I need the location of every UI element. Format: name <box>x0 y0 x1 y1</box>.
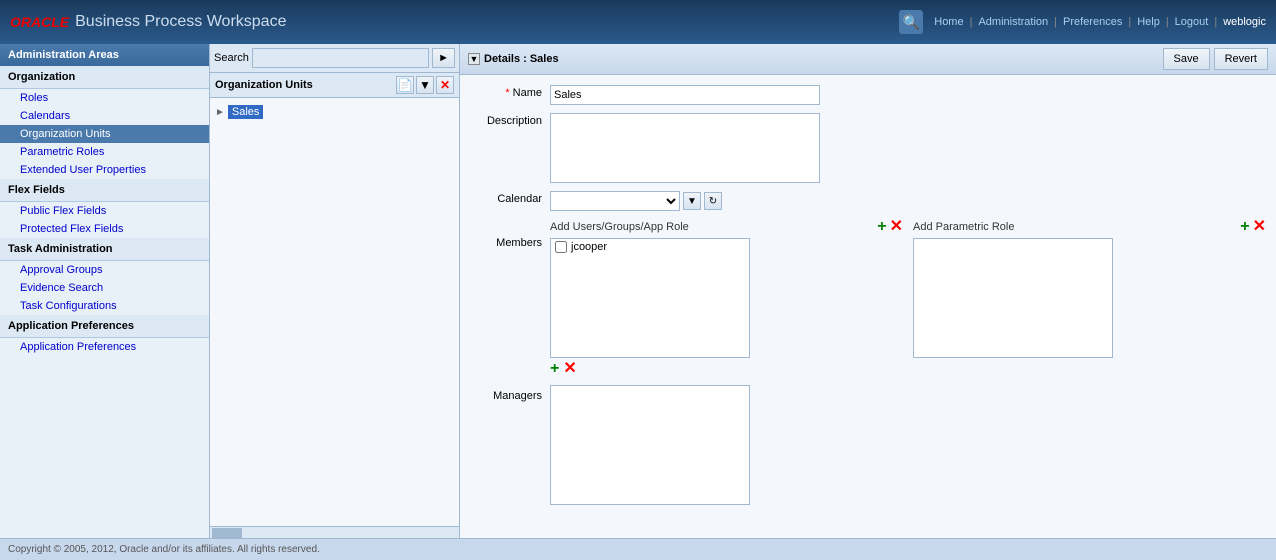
search-input[interactable] <box>252 48 429 68</box>
sidebar-item-calendars[interactable]: Calendars <box>0 107 209 125</box>
details-body: * Name Description Calendar ▼ ↻ <box>460 75 1276 538</box>
users-groups-header: Add Users/Groups/App Role + ✕ <box>550 219 903 235</box>
parametric-role-header: Add Parametric Role + ✕ <box>913 219 1266 235</box>
save-button[interactable]: Save <box>1163 48 1210 70</box>
username: weblogic <box>1223 16 1266 28</box>
users-delete-button[interactable]: ✕ <box>890 219 903 235</box>
sidebar-item-org-units[interactable]: Organization Units <box>0 125 209 143</box>
search-label: Search <box>214 52 249 64</box>
parametric-list <box>913 238 1113 358</box>
sidebar-item-parametric-roles[interactable]: Parametric Roles <box>0 143 209 161</box>
collapse-button[interactable]: ▼ <box>468 53 480 65</box>
tree-item-label[interactable]: Sales <box>228 105 264 119</box>
header-left: ORACLE Business Process Workspace <box>10 13 286 31</box>
member-item[interactable]: jcooper <box>551 239 749 255</box>
sidebar-item-approval-groups[interactable]: Approval Groups <box>0 261 209 279</box>
users-groups-box: Add Users/Groups/App Role + ✕ jcooper <box>550 219 903 377</box>
tree-arrow: ► <box>215 107 225 118</box>
middle-panel-title: Organization Units <box>215 79 313 91</box>
member-name: jcooper <box>571 241 607 253</box>
middle-content: ► Sales <box>210 98 459 526</box>
scroll-thumb[interactable] <box>212 528 242 538</box>
description-textarea[interactable] <box>550 113 820 183</box>
managers-list <box>550 385 750 505</box>
calendar-dropdown-btn[interactable]: ▼ <box>683 192 701 210</box>
search-bar: Search ► <box>210 44 459 73</box>
horizontal-scroll[interactable] <box>210 526 459 538</box>
members-remove-button[interactable]: ✕ <box>563 361 576 377</box>
section-flex-fields: Flex Fields <box>0 179 209 202</box>
footer: Copyright © 2005, 2012, Oracle and/or it… <box>0 538 1276 560</box>
name-input[interactable] <box>550 85 820 105</box>
sidebar-item-public-flex[interactable]: Public Flex Fields <box>0 202 209 220</box>
details-title-text: Details : Sales <box>484 53 559 65</box>
middle-toolbar: Organization Units 📄 ▼ ✕ <box>210 73 459 98</box>
calendar-refresh-btn[interactable]: ↻ <box>704 192 722 210</box>
description-label: Description <box>470 113 550 127</box>
oracle-logo: ORACLE <box>10 14 69 30</box>
sidebar-item-app-prefs[interactable]: Application Preferences <box>0 338 209 356</box>
sidebar-item-protected-flex[interactable]: Protected Flex Fields <box>0 220 209 238</box>
help-icon[interactable]: 🔍 <box>899 10 923 34</box>
nav-home[interactable]: Home <box>934 16 963 28</box>
name-row: * Name <box>470 85 1266 105</box>
section-app-prefs: Application Preferences <box>0 315 209 338</box>
search-button[interactable]: ► <box>432 48 455 68</box>
main-container: Administration Areas Organization Roles … <box>0 44 1276 538</box>
details-title: ▼ Details : Sales <box>468 53 559 65</box>
managers-row: Managers <box>470 385 1266 505</box>
managers-label: Managers <box>470 385 550 402</box>
copyright-text: Copyright © 2005, 2012, Oracle and/or it… <box>8 544 320 555</box>
members-row: Members Add Users/Groups/App Role + ✕ <box>470 219 1266 377</box>
users-groups-title: Add Users/Groups/App Role <box>550 221 689 233</box>
details-actions: Save Revert <box>1163 48 1268 70</box>
parametric-add-button[interactable]: + <box>1240 219 1249 235</box>
section-organization: Organization <box>0 66 209 89</box>
members-label: Members <box>470 219 550 249</box>
header-right: 🔍 Home | Administration | Preferences | … <box>899 10 1266 34</box>
parametric-role-box: Add Parametric Role + ✕ <box>913 219 1266 377</box>
middle-toolbar-buttons: 📄 ▼ ✕ <box>396 76 454 94</box>
users-list: jcooper <box>550 238 750 358</box>
details-header: ▼ Details : Sales Save Revert <box>460 44 1276 75</box>
sidebar-item-task-configs[interactable]: Task Configurations <box>0 297 209 315</box>
details-panel: ▼ Details : Sales Save Revert * Name Des… <box>460 44 1276 538</box>
tree-item-sales[interactable]: ► Sales <box>215 103 454 121</box>
calendar-row: Calendar ▼ ↻ <box>470 191 1266 211</box>
members-add-more-button[interactable]: + <box>550 361 559 377</box>
sidebar-title: Administration Areas <box>0 44 209 66</box>
parametric-role-title: Add Parametric Role <box>913 221 1015 233</box>
calendar-controls: ▼ ↻ <box>550 191 722 211</box>
users-add-button[interactable]: + <box>877 219 886 235</box>
sidebar-item-evidence-search[interactable]: Evidence Search <box>0 279 209 297</box>
calendar-select[interactable] <box>550 191 680 211</box>
revert-button[interactable]: Revert <box>1214 48 1268 70</box>
nav-preferences[interactable]: Preferences <box>1063 16 1122 28</box>
calendar-label: Calendar <box>470 191 550 205</box>
dropdown-button[interactable]: ▼ <box>416 76 434 94</box>
section-task-admin: Task Administration <box>0 238 209 261</box>
close-button[interactable]: ✕ <box>436 76 454 94</box>
member-checkbox[interactable] <box>555 241 567 253</box>
nav-administration[interactable]: Administration <box>978 16 1048 28</box>
parametric-delete-button[interactable]: ✕ <box>1253 219 1266 235</box>
middle-panel: Search ► Organization Units 📄 ▼ ✕ ► Sale… <box>210 44 460 538</box>
members-bottom-actions: + ✕ <box>550 361 903 377</box>
nav-help[interactable]: Help <box>1137 16 1160 28</box>
description-row: Description <box>470 113 1266 183</box>
app-title: Business Process Workspace <box>75 13 286 31</box>
nav-logout[interactable]: Logout <box>1175 16 1209 28</box>
sidebar: Administration Areas Organization Roles … <box>0 44 210 538</box>
sidebar-item-roles[interactable]: Roles <box>0 89 209 107</box>
managers-box <box>550 385 1266 505</box>
header: ORACLE Business Process Workspace 🔍 Home… <box>0 0 1276 44</box>
new-item-button[interactable]: 📄 <box>396 76 414 94</box>
sidebar-item-extended-user-props[interactable]: Extended User Properties <box>0 161 209 179</box>
name-label: * Name <box>470 85 550 99</box>
